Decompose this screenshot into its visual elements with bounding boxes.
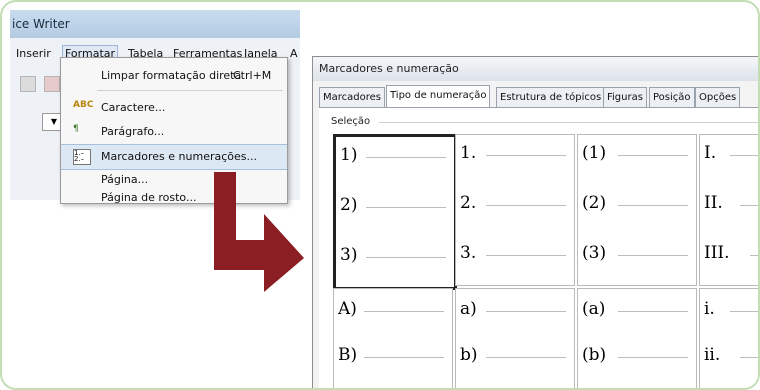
numbering-option[interactable]: (a) (b) bbox=[577, 288, 697, 388]
numbering-option[interactable]: (1) (2) (3) bbox=[577, 134, 697, 286]
tab-posicao[interactable]: Posição bbox=[649, 87, 695, 108]
numbering-label: 3. bbox=[460, 243, 477, 263]
numbering-label: III. bbox=[704, 243, 730, 263]
placeholder-line bbox=[618, 255, 688, 256]
separator bbox=[97, 90, 283, 91]
menu-item-paragrafo[interactable]: ¶ Parágrafo... bbox=[61, 120, 287, 144]
placeholder-line bbox=[618, 155, 688, 156]
placeholder-line bbox=[618, 311, 688, 312]
numbering-label: II. bbox=[704, 193, 723, 213]
placeholder-line bbox=[486, 205, 566, 206]
bullets-numbering-dialog: Marcadores e numeração Marcadores Tipo d… bbox=[312, 56, 758, 388]
tab-marcadores[interactable]: Marcadores bbox=[319, 87, 385, 108]
placeholder-line bbox=[366, 207, 446, 208]
menu-item-label: Marcadores e numerações... bbox=[101, 150, 258, 163]
numbering-option[interactable]: 1. 2. 3. bbox=[455, 134, 575, 286]
dialog-tabs: Marcadores Tipo de numeração Estrutura d… bbox=[319, 85, 758, 109]
menu-inserir[interactable]: Inserir bbox=[16, 47, 51, 60]
menu-ajuda[interactable]: A bbox=[290, 47, 298, 60]
numbering-label: (b) bbox=[582, 345, 607, 365]
menu-item-label: Página... bbox=[101, 173, 149, 186]
character-icon: ABC bbox=[73, 100, 94, 110]
selection-label: Seleção bbox=[331, 116, 371, 127]
menu-item-label: Parágrafo... bbox=[101, 125, 165, 138]
numbering-option[interactable]: I. II. III. bbox=[699, 134, 758, 286]
arrow-icon bbox=[214, 172, 304, 292]
screenshot-frame: ice Writer Inserir Formatar Tabela Ferra… bbox=[0, 0, 760, 390]
numbering-label: 1. bbox=[460, 143, 477, 163]
numbering-label: i. bbox=[704, 299, 715, 319]
placeholder-line bbox=[618, 205, 688, 206]
bullets-numbering-icon: 1.– 2.– bbox=[73, 149, 91, 165]
separator bbox=[379, 122, 758, 123]
numbering-label: b) bbox=[460, 345, 478, 365]
placeholder-line bbox=[740, 205, 758, 206]
numbering-option[interactable]: a) b) bbox=[455, 288, 575, 388]
tab-estrutura-topicos[interactable]: Estrutura de tópicos bbox=[496, 87, 606, 108]
menu-item-label: Limpar formatação direta bbox=[101, 69, 242, 82]
arrow-shape bbox=[214, 172, 304, 292]
toolbar-icon[interactable] bbox=[44, 76, 60, 92]
numbering-option[interactable]: i. ii. bbox=[699, 288, 758, 388]
menu-item-label: Página de rosto... bbox=[101, 191, 197, 204]
numbering-label: (3) bbox=[582, 243, 607, 263]
numbering-option[interactable]: 1) 2) 3) bbox=[333, 134, 457, 290]
paragraph-icon: ¶ bbox=[73, 124, 79, 134]
numbering-label: 3) bbox=[340, 245, 358, 265]
menu-item-marcadores[interactable]: 1.– 2.– Marcadores e numerações... bbox=[61, 144, 287, 170]
shortcut-label: Ctrl+M bbox=[233, 69, 272, 82]
numbering-label: B) bbox=[338, 345, 358, 365]
placeholder-line bbox=[366, 157, 446, 158]
placeholder-line bbox=[750, 255, 758, 256]
numbering-label: ii. bbox=[704, 345, 721, 365]
numbering-label: I. bbox=[704, 143, 717, 163]
menu-item-label: Caractere... bbox=[101, 101, 166, 114]
numbering-option[interactable]: A) B) bbox=[333, 288, 453, 388]
numbering-label: 1) bbox=[340, 145, 358, 165]
placeholder-line bbox=[486, 155, 566, 156]
dialog-title: Marcadores e numeração bbox=[313, 57, 758, 81]
clear-format-icon bbox=[73, 68, 89, 82]
toolbar-icon[interactable] bbox=[20, 76, 36, 92]
menu-item-clear-format[interactable]: Limpar formatação direta Ctrl+M bbox=[61, 64, 287, 88]
placeholder-line bbox=[730, 311, 758, 312]
numbering-label: A) bbox=[338, 299, 357, 319]
numbering-panel: Seleção 1) 2) 3) 1. 2. 3. (1) (2) (3) I. II. III. A)… bbox=[319, 107, 758, 388]
numbering-label: (1) bbox=[582, 143, 607, 163]
placeholder-line bbox=[740, 357, 758, 358]
placeholder-line bbox=[364, 357, 444, 358]
menu-item-caractere[interactable]: ABC Caractere... bbox=[61, 96, 287, 120]
numbering-label: (a) bbox=[582, 299, 606, 319]
placeholder-line bbox=[486, 357, 566, 358]
placeholder-line bbox=[366, 257, 446, 258]
placeholder-line bbox=[486, 311, 566, 312]
numbering-label: 2. bbox=[460, 193, 477, 213]
placeholder-line bbox=[486, 255, 566, 256]
window-title: ice Writer bbox=[10, 10, 300, 38]
numbering-label: 2) bbox=[340, 195, 358, 215]
placeholder-line bbox=[730, 155, 758, 156]
tab-opcoes[interactable]: Opções bbox=[695, 87, 741, 108]
placeholder-line bbox=[618, 357, 688, 358]
tab-figuras[interactable]: Figuras bbox=[603, 87, 647, 108]
numbering-label: a) bbox=[460, 299, 477, 319]
placeholder-line bbox=[364, 311, 444, 312]
numbering-label: (2) bbox=[582, 193, 607, 213]
tab-tipo-numeracao[interactable]: Tipo de numeração bbox=[386, 85, 491, 109]
